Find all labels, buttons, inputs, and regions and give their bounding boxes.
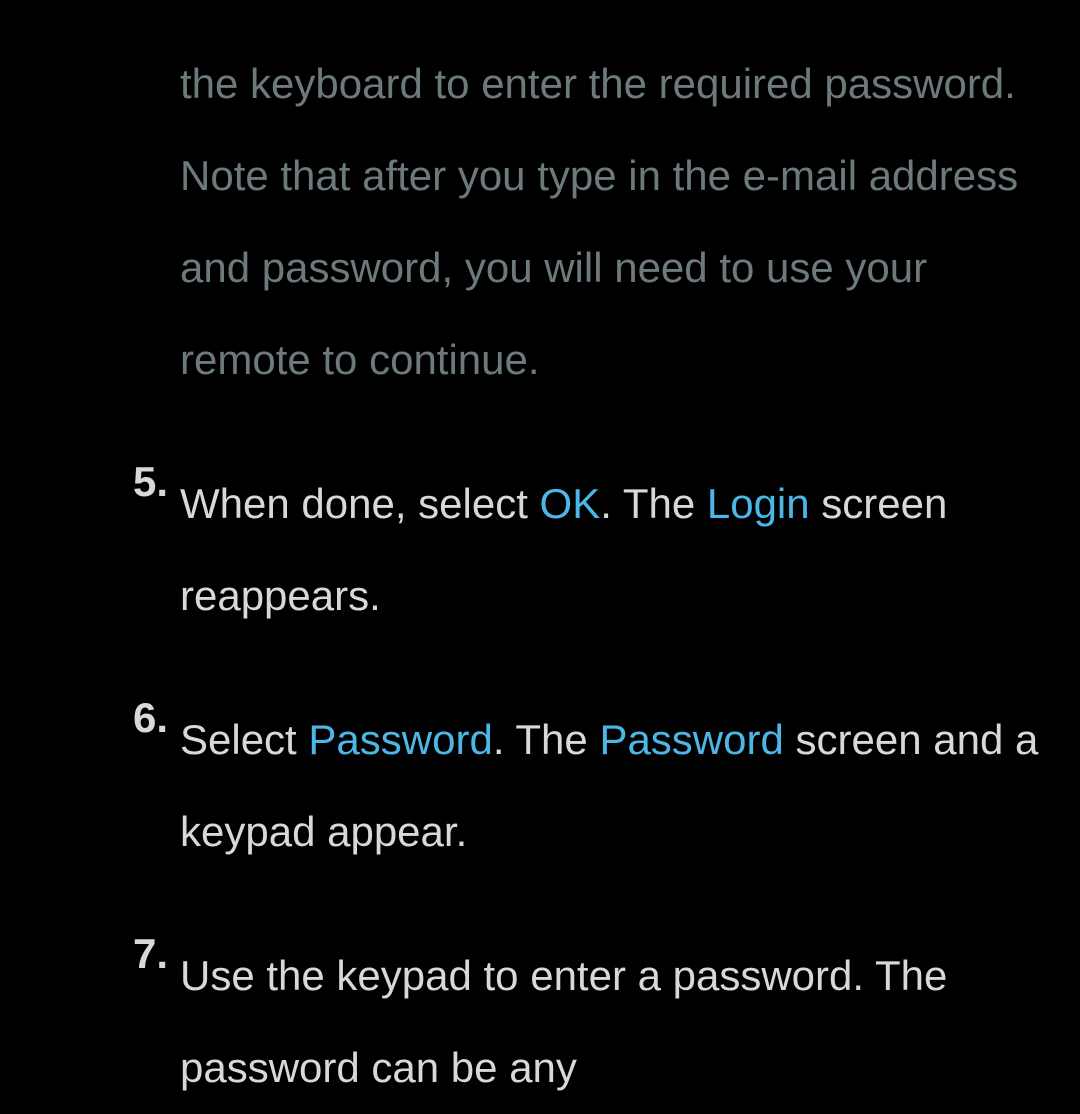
item-body: Use the keypad to enter a password. The … <box>118 930 1050 1114</box>
list-item: 6. Select Password. The Password screen … <box>118 694 1050 878</box>
text-segment: When done, select <box>180 480 540 527</box>
item-number: 6. <box>118 694 168 742</box>
highlight-login: Login <box>707 480 810 527</box>
highlight-password: Password <box>308 716 492 763</box>
item-body: When done, select OK. The Login screen r… <box>118 458 1050 642</box>
continuation-paragraph: the keyboard to enter the required passw… <box>118 38 1050 406</box>
item-body: Select Password. The Password screen and… <box>118 694 1050 878</box>
item-number: 5. <box>118 458 168 506</box>
instruction-list: the keyboard to enter the required passw… <box>0 0 1080 1114</box>
text-segment: . The <box>493 716 600 763</box>
list-item: 7. Use the keypad to enter a password. T… <box>118 930 1050 1114</box>
text-segment: Use the keypad to enter a password. The … <box>180 952 947 1091</box>
highlight-password: Password <box>599 716 783 763</box>
text-segment: Select <box>180 716 308 763</box>
text-segment: . The <box>600 480 707 527</box>
item-number: 7. <box>118 930 168 978</box>
list-item: 5. When done, select OK. The Login scree… <box>118 458 1050 642</box>
highlight-ok: OK <box>540 480 601 527</box>
